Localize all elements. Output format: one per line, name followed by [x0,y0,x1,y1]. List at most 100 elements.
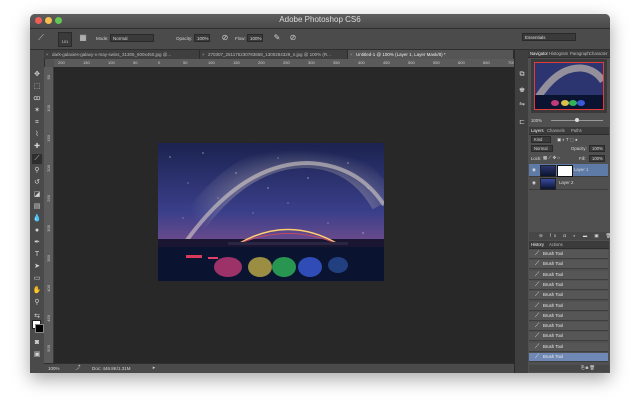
hand-tool-icon[interactable]: ✋ [32,286,42,296]
brush-tool-icon[interactable]: ⟋ [32,154,42,164]
export-icon[interactable]: ⤴ [74,364,82,373]
history-state-label: Brush Tool [543,312,564,318]
layer-row-layer-2[interactable]: ◉ Layer 2 [529,177,608,190]
layer-mask-thumbnail[interactable] [557,165,573,177]
ruler-tick-label: 550 [433,60,440,65]
workspace-select[interactable]: Essentials [522,33,576,41]
lock-icons[interactable]: ▩ ⟋ ✥ ⌂ [543,155,560,161]
pressure-size-icon[interactable]: ⊘ [288,33,298,43]
magic-wand-tool-icon[interactable]: ✶ [32,106,42,116]
layer-opacity-field[interactable]: 100% [589,145,605,152]
ruler-tick-label: 100 [46,105,51,112]
path-selection-tool-icon[interactable]: ➤ [32,262,42,272]
brush-size-picker[interactable]: 101 [58,32,72,47]
tab-actions[interactable]: Actions [549,241,563,248]
close-tab-icon[interactable]: × [202,50,205,59]
eraser-tool-icon[interactable]: ◪ [32,190,42,200]
filter-icons[interactable]: ▣ ◐ T ⬚ ● [557,137,578,143]
history-state-row[interactable]: ⟋ Brush Tool [529,250,608,259]
tab-layers[interactable]: Layers [531,127,544,134]
ruler-tick-label: 350 [46,255,51,262]
tab-channels[interactable]: Channels [547,127,565,134]
tab-histogram[interactable]: Histogram [549,50,568,57]
canvas-area[interactable] [54,67,514,363]
crop-tool-icon[interactable]: ⌗ [32,118,42,128]
tab-paragraph[interactable]: Paragraph [570,50,590,57]
layer-actions-icons[interactable]: ⊖ fx ◘ ◐ ▬ ▣ 🗑 [539,233,610,239]
ruler-tick-label: 600 [458,60,465,65]
history-state-row[interactable]: ⟋ Brush Tool [529,332,608,342]
zoom-level[interactable]: 100% [48,366,60,371]
ruler-tick-label: 200 [258,60,265,65]
flow-field[interactable]: 100% [247,34,263,42]
tab-document-3[interactable]: × Untitled-1 @ 100% (Layer 1, Layer Mask/… [348,50,514,59]
history-brush-tool-icon[interactable]: ↺ [32,178,42,188]
vertical-ruler: 50 100 150 200 250 300 350 400 450 500 [44,67,54,373]
navigator-view-box[interactable] [534,62,604,110]
navigator-zoom-thumb[interactable] [575,118,579,122]
document-image[interactable] [158,143,384,281]
opacity-field[interactable]: 100% [194,34,210,42]
lasso-tool-icon[interactable]: ꝏ [32,94,42,104]
history-state-row[interactable]: ⟋ Brush Tool [529,260,608,270]
blend-mode-select[interactable]: Normal [531,145,553,152]
ruler-tick-label: 100 [208,60,215,65]
mode-select[interactable]: Normal [110,34,154,42]
history-actions-icons[interactable]: ⎘ ◙ 🗑 [581,365,595,371]
eye-icon[interactable]: ◉ [532,167,536,173]
healing-brush-tool-icon[interactable]: ✚ [32,142,42,152]
brush-size-value: 101 [61,39,69,44]
history-state-row[interactable]: ⟋ Brush Tool [529,270,608,280]
marquee-tool-icon[interactable]: ⬚ [32,82,42,92]
close-tab-icon[interactable]: × [350,50,353,59]
quick-mask-icon[interactable]: ◙ [32,338,42,348]
layer-kind-select[interactable]: Kind [531,136,551,143]
status-bar: 100% ⤴ Doc: 446.8K/1.31M ▸ [44,363,514,373]
brush-icon: ⟋ [535,271,540,278]
eyedropper-tool-icon[interactable]: ⌇ [32,130,42,140]
tab-document-2[interactable]: × 270307_251175230783658_1300284329_n.jpg… [200,50,348,59]
history-state-row[interactable]: ⟋ Brush Tool [529,353,608,362]
tab-paths[interactable]: Paths [571,127,582,134]
status-menu-arrow-icon[interactable]: ▸ [150,364,158,373]
lock-label: Lock: [531,156,542,161]
history-state-row[interactable]: ⟋ Brush Tool [529,311,608,321]
blur-tool-icon[interactable]: 💧 [32,214,42,224]
zoom-tool-icon[interactable]: ⚲ [32,298,42,308]
pressure-opacity-icon[interactable]: ⊘ [220,33,230,43]
gradient-tool-icon[interactable]: ▤ [32,202,42,212]
tab-history[interactable]: History [531,241,544,248]
navigator-preview[interactable] [531,59,607,113]
ruler-tick-label: 150 [83,60,90,65]
eye-icon[interactable]: ◉ [532,180,536,186]
brush-presets-dock-icon[interactable]: ♚ [517,86,527,96]
layer-row-layer-1[interactable]: ◉ Layer 1 [529,164,608,177]
rectangle-tool-icon[interactable]: ▭ [32,274,42,284]
type-tool-icon[interactable]: T [32,250,42,260]
tab-character[interactable]: Character [589,50,607,57]
airbrush-icon[interactable]: ✎ [272,33,282,43]
close-tab-icon[interactable]: × [46,50,49,59]
history-state-row[interactable]: ⟋ Brush Tool [529,301,608,311]
ruler-tick-label: 0 [158,60,161,65]
tab-navigator[interactable]: Navigator [530,50,548,57]
clone-stamp-tool-icon[interactable]: ⚲ [32,166,42,176]
brush-tool-preset-icon[interactable]: ⟋ [36,33,46,43]
layer-fill-field[interactable]: 100% [589,155,605,162]
tab-document-1[interactable]: × dark-galaxies-galaxy-x-may-swiss_31305_… [44,50,200,59]
history-state-row[interactable]: ⟋ Brush Tool [529,322,608,332]
history-dock-icon[interactable]: ⧉ [517,70,527,80]
screen-mode-icon[interactable]: ▣ [32,350,42,360]
history-state-row[interactable]: ⟋ Brush Tool [529,280,608,290]
dodge-tool-icon[interactable]: ● [32,226,42,236]
properties-dock-icon[interactable]: ⊏ [517,118,527,128]
history-state-row[interactable]: ⟋ Brush Tool [529,342,608,352]
background-color-swatch[interactable] [35,324,44,333]
adjust-dock-icon[interactable]: ⇋ [517,100,527,110]
brush-panel-toggle-icon[interactable]: ▦ [78,33,88,43]
navigator-zoom[interactable]: 100% [531,118,542,123]
move-tool-icon[interactable]: ✥ [32,70,42,80]
window-title: Adobe Photoshop CS6 [279,15,361,24]
history-state-row[interactable]: ⟋ Brush Tool [529,291,608,301]
pen-tool-icon[interactable]: ✒ [32,238,42,248]
